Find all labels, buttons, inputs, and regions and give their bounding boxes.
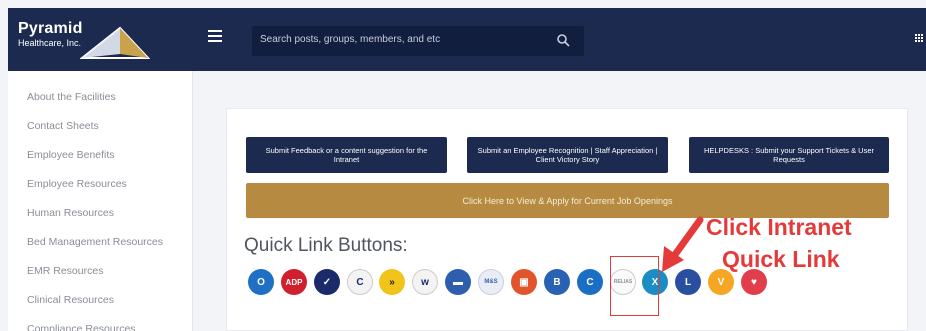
logo-title: Pyramid	[18, 20, 83, 37]
job-openings-button[interactable]: Click Here to View & Apply for Current J…	[246, 183, 889, 218]
red-arrow-icon	[662, 216, 704, 272]
quick-links-title: Quick Link Buttons:	[244, 235, 408, 256]
checkbox-icon[interactable]: ✓	[314, 269, 340, 295]
square-app-icon[interactable]: ▣	[511, 269, 537, 295]
sidebar: About the Facilities Contact Sheets Empl…	[8, 71, 193, 331]
top-header: Pyramid Healthcare, Inc. Search posts, g…	[8, 8, 926, 71]
sidebar-item-clinical-resources[interactable]: Clinical Resources	[27, 294, 114, 306]
page: Pyramid Healthcare, Inc. Search posts, g…	[0, 0, 926, 331]
heart-icon[interactable]: ♥	[741, 269, 767, 295]
sidebar-item-about-facilities[interactable]: About the Facilities	[27, 91, 116, 103]
sidebar-item-contact-sheets[interactable]: Contact Sheets	[27, 120, 99, 132]
pyramid-icon	[80, 26, 150, 59]
sidebar-item-emr-resources[interactable]: EMR Resources	[27, 265, 103, 277]
search-input[interactable]: Search posts, groups, members, and etc	[260, 34, 440, 45]
logo-subtitle: Healthcare, Inc.	[18, 38, 82, 48]
employee-recognition-button[interactable]: Submit an Employee Recognition | Staff A…	[467, 137, 668, 173]
bi-icon[interactable]: B	[544, 269, 570, 295]
sidebar-item-employee-benefits[interactable]: Employee Benefits	[27, 149, 115, 161]
sidebar-item-employee-resources[interactable]: Employee Resources	[27, 178, 127, 190]
sidebar-item-bed-management[interactable]: Bed Management Resources	[27, 236, 163, 248]
sidebar-item-human-resources[interactable]: Human Resources	[27, 207, 114, 219]
arrow-app-icon[interactable]: »	[379, 269, 405, 295]
wave-app-icon[interactable]: w	[412, 269, 438, 295]
outlook-icon[interactable]: O	[248, 269, 274, 295]
c-app-icon[interactable]: C	[347, 269, 373, 295]
search-bar[interactable]: Search posts, groups, members, and etc	[252, 26, 584, 56]
pyramid-logo[interactable]: Pyramid Healthcare, Inc.	[14, 18, 150, 62]
v-app-icon[interactable]: V	[708, 269, 734, 295]
adp-icon[interactable]: ADP	[281, 269, 307, 295]
apps-grid-icon[interactable]	[915, 34, 924, 43]
menu-hamburger-icon[interactable]	[208, 30, 224, 46]
helpdesk-button[interactable]: HELPDESKS : Submit your Support Tickets …	[689, 137, 889, 173]
annotation-line-2: Quick Link	[722, 246, 840, 272]
search-icon[interactable]	[556, 33, 570, 47]
bed-icon[interactable]: ▬	[445, 269, 471, 295]
submit-feedback-button[interactable]: Submit Feedback or a content suggestion …	[246, 137, 447, 173]
relias-highlight-box	[610, 256, 659, 316]
c-blue-icon[interactable]: C	[577, 269, 603, 295]
annotation-line-1: Click Intranet	[706, 214, 852, 240]
sidebar-item-compliance-resources[interactable]: Compliance Resources	[27, 323, 136, 331]
mes-eap-icon[interactable]: M&S	[478, 269, 504, 295]
